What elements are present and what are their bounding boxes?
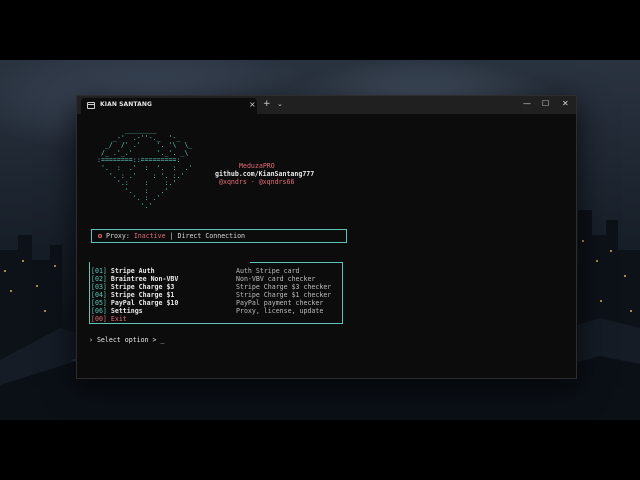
proxy-mode: Direct Connection [177,232,246,240]
close-icon[interactable]: ✕ [562,99,569,109]
menu-label: Stripe Charge $1 [110,291,175,299]
menu-item-stripe-charge-3[interactable]: [03] Stripe Charge $3 Stripe Charge $3 ch… [91,283,331,291]
new-tab-plus-icon[interactable]: + [263,99,271,109]
menu-item-stripe-charge-1[interactable]: [04] Stripe Charge $1 Stripe Charge $1 ch… [91,291,331,299]
menu-description: Auth Stripe card [236,267,300,275]
menu-item-paypal-charge-10[interactable]: [05] PayPal Charge $10 PayPal payment che… [91,299,323,307]
tab-title: KIAN SANTANG [100,101,153,108]
maximize-icon[interactable]: ☐ [542,99,549,109]
terminal-tab[interactable]: KIAN SANTANG × [81,98,257,114]
menu-label: Settings [110,307,143,315]
proxy-status-box: Proxy: Inactive | Direct Connection [91,229,347,243]
proxy-label: Proxy: [106,232,130,240]
tab-dropdown-chevron-icon[interactable]: ⌄ [277,99,283,109]
letterbox-top [0,0,640,60]
menu-item-exit[interactable]: [00] Exit [91,315,127,323]
menu-label: Exit [110,315,127,323]
status-dot-icon [98,234,102,238]
menu-key: [03] [91,283,107,291]
menu-label: Stripe Auth [110,267,155,275]
tab-close-icon[interactable]: × [249,100,256,110]
title-bar[interactable]: KIAN SANTANG × + ⌄ — ☐ ✕ [77,96,576,114]
menu-description: Non-VBV card checker [236,275,316,283]
minimize-icon[interactable]: — [523,99,531,109]
menu-label: Stripe Charge $3 [110,283,175,291]
proxy-status-line: Proxy: Inactive | Direct Connection [106,232,245,240]
select-option-prompt[interactable]: › Select option > _ [89,336,164,344]
letterbox-bottom [0,420,640,480]
proxy-status: Inactive [133,232,166,240]
menu-label: Braintree Non-VBV [110,275,179,283]
menu-key: [00] [91,315,107,323]
menu-description: Stripe Charge $3 checker [236,283,332,291]
terminal-content[interactable]: ________ _-' .-''-._ '-_ _/ /' .' '. '\ … [77,114,576,378]
menu-description: PayPal payment checker [236,299,324,307]
menu-key: [05] [91,299,107,307]
menu-key: [06] [91,307,107,315]
menu-item-stripe-auth[interactable]: [01] Stripe Auth Auth Stripe card [91,267,300,275]
menu-key: [04] [91,291,107,299]
menu-description: Stripe Charge $1 checker [236,291,332,299]
terminal-icon [87,102,95,109]
menu-key: [01] [91,267,107,275]
menu-item-settings[interactable]: [06] Settings Proxy, license, update [91,307,323,315]
diamond-ascii-art: ________ _-' .-''-._ '-_ _/ /' .' '. '\ … [97,126,193,210]
terminal-window: KIAN SANTANG × + ⌄ — ☐ ✕ ________ _-' .-… [76,95,577,379]
menu-description: Proxy, license, update [236,307,324,315]
menu-item-braintree-non-vbv[interactable]: [02] Braintree Non-VBV Non-VBV card check… [91,275,315,283]
author-handles: @xqndrs - @xqndrs66 [219,178,295,186]
proxy-separator: | [169,232,174,240]
menu-key: [02] [91,275,107,283]
menu-label: PayPal Charge $10 [110,299,179,307]
